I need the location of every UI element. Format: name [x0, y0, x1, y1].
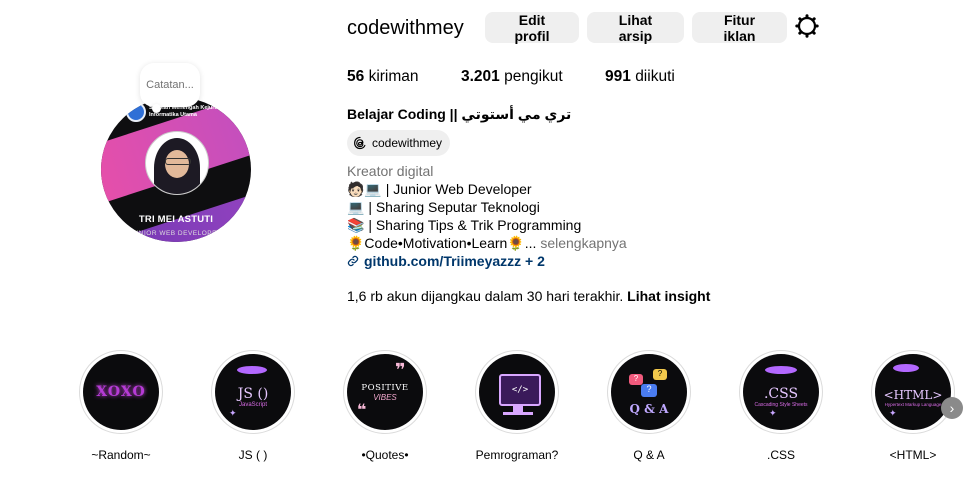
see-more-link[interactable]: selengkapnya — [540, 235, 626, 251]
ufo-icon — [893, 364, 919, 372]
highlight-label: Q & A — [633, 448, 665, 462]
highlight-label: JS ( ) — [238, 448, 268, 462]
highlight-pemrograman[interactable]: </> Pemrograman? — [474, 350, 560, 462]
highlight-quotes[interactable]: ❞ POSITIVE VIBES ❝ •Quotes• — [342, 350, 428, 462]
sparkle-icon: ✦ — [889, 408, 897, 418]
view-insight-link[interactable]: Lihat insight — [627, 288, 710, 304]
highlight-cover: JS () JavaScript ✦ — [215, 354, 291, 430]
chevron-right-icon[interactable]: › — [941, 397, 963, 419]
highlight-cover-sub: JavaScript — [238, 402, 267, 408]
highlight-label: <HTML> — [889, 448, 937, 462]
highlight-css[interactable]: .CSS Cascading Style Sheets ✦ .CSS — [738, 350, 824, 462]
posts-stat: 56 kiriman — [347, 68, 419, 86]
highlight-cover-art: XOXO — [96, 384, 146, 400]
highlight-random[interactable]: XOXO ~Random~ — [78, 350, 164, 462]
highlight-cover-art: <HTML> — [883, 387, 943, 402]
bio-line: 📚 | Sharing Tips & Trik Programming — [347, 217, 582, 233]
avatar-image[interactable]: Sekolah Menengah Kejuruan Informatika Ut… — [101, 97, 251, 242]
followers-stat[interactable]: 3.201 pengikut — [461, 68, 563, 86]
highlight-label: Pemrograman? — [475, 448, 559, 462]
quote-mark-icon: ❞ — [395, 360, 406, 380]
school-name-line2: Informatika Utama — [149, 112, 197, 118]
chat-bubble-icon: ? — [629, 374, 643, 385]
following-count: 991 — [605, 68, 631, 85]
ufo-icon — [237, 366, 267, 374]
bio-line: 🧑🏻💻 | Junior Web Developer — [347, 181, 532, 197]
monitor-icon: </> — [499, 374, 541, 406]
view-archive-button[interactable]: Lihat arsip — [587, 12, 684, 44]
chat-bubble-icon: ? — [641, 384, 657, 397]
sparkle-icon: ✦ — [229, 408, 237, 418]
following-label: diikuti — [635, 68, 675, 85]
threads-icon — [354, 136, 366, 150]
highlight-label: •Quotes• — [361, 448, 409, 462]
bio-line: 🌻Code•Motivation•Learn🌻... selengkapnya — [347, 235, 627, 252]
threads-handle: codewithmey — [372, 136, 443, 150]
highlight-cover-art: </> — [511, 385, 529, 395]
highlight-cover: <HTML> Hypertext Markup Language ✦ — [875, 354, 951, 430]
followers-label: pengikut — [504, 68, 563, 85]
threads-link[interactable]: codewithmey — [347, 130, 451, 156]
highlight-cover-sub: Hypertext Markup Language — [884, 401, 942, 407]
highlight-cover: ? ? ? Q & A — [611, 354, 687, 430]
highlight-cover-art: .CSS — [763, 386, 799, 402]
ufo-icon — [765, 366, 797, 374]
highlight-label: .CSS — [766, 448, 795, 462]
bio-line-text: 🌻Code•Motivation•Learn🌻... — [347, 235, 537, 251]
bio-line: 💻 | Sharing Seputar Teknologi — [347, 199, 540, 215]
username: codewithmey — [347, 17, 464, 39]
avatar-role: JUNIOR WEB DEVELOPER — [129, 230, 223, 237]
highlight-cover-sub: Cascading Style Sheets — [754, 402, 808, 408]
school-logo-icon — [126, 102, 146, 122]
highlight-js[interactable]: JS () JavaScript ✦ JS ( ) — [210, 350, 296, 462]
external-link-text: github.com/Triimeyazzz + 2 — [364, 253, 545, 269]
highlight-cover: </> — [479, 354, 555, 430]
insight-summary: 1,6 rb akun dijangkau dalam 30 hari tera… — [347, 288, 710, 304]
edit-profile-button[interactable]: Edit profil — [485, 12, 579, 44]
settings-gear-icon[interactable] — [795, 14, 819, 38]
highlight-cover: XOXO — [83, 354, 159, 430]
followers-count: 3.201 — [461, 68, 500, 85]
quote-mark-icon: ❝ — [357, 402, 367, 419]
posts-label: kiriman — [368, 68, 419, 85]
insight-text: 1,6 rb akun dijangkau dalam 30 hari tera… — [347, 288, 624, 304]
external-link[interactable]: github.com/Triimeyazzz + 2 — [347, 253, 545, 269]
following-stat[interactable]: 991 diikuti — [605, 68, 675, 86]
highlight-cover-art: Q & A — [629, 402, 669, 416]
highlight-cover-sub: VIBES — [373, 392, 397, 402]
link-icon — [347, 255, 359, 267]
posts-count: 56 — [347, 68, 365, 85]
note-bubble[interactable]: Catatan... — [140, 63, 200, 113]
profile-category: Kreator digital — [347, 163, 434, 179]
highlight-cover-art: JS () — [237, 386, 269, 402]
full-name: Belajar Coding || تري مي أستوتي — [347, 106, 572, 122]
avatar-photo — [145, 131, 209, 195]
avatar-name: TRI MEI ASTUTI — [138, 214, 214, 225]
profile-avatar[interactable]: Sekolah Menengah Kejuruan Informatika Ut… — [101, 97, 251, 242]
sparkle-icon: ✦ — [769, 408, 777, 418]
highlight-cover-art: POSITIVE — [361, 382, 409, 393]
highlight-label: ~Random~ — [91, 448, 151, 462]
ad-tools-button[interactable]: Fitur iklan — [692, 12, 787, 44]
highlight-cover: .CSS Cascading Style Sheets ✦ — [743, 354, 819, 430]
chat-bubble-icon: ? — [653, 369, 667, 380]
highlight-cover: ❞ POSITIVE VIBES ❝ — [347, 354, 423, 430]
highlight-qa[interactable]: ? ? ? Q & A Q & A — [606, 350, 692, 462]
